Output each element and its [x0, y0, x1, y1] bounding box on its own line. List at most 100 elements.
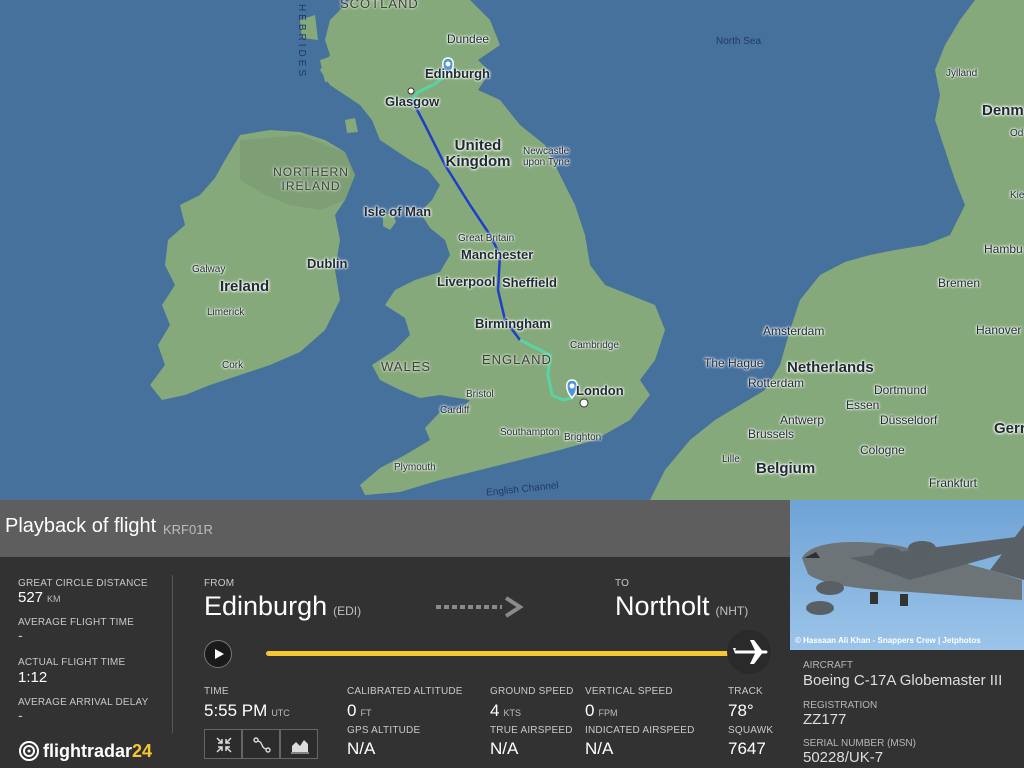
- map-label-the-hague: The Hague: [704, 356, 764, 370]
- map-label-bristol: Bristol: [466, 389, 494, 400]
- indicated-airspeed-label: INDICATED AIRSPEED: [585, 725, 695, 736]
- map-label-cambridge: Cambridge: [570, 340, 619, 351]
- map-label-lille: Lille: [722, 454, 740, 465]
- average-flight-time-value: -: [18, 627, 23, 643]
- map-label-galway: Galway: [192, 264, 226, 275]
- photo-credit[interactable]: © Hassaan Ali Khan - Snappers Crew | Jet…: [795, 636, 981, 645]
- route-arrow-icon: [436, 596, 524, 618]
- aircraft-value: Boeing C-17A Globemaster III: [803, 672, 1003, 689]
- map-label-isle-of-man: Isle of Man: [364, 204, 432, 219]
- map-label-hanover: Hanover: [976, 323, 1022, 337]
- map-label-hebrides: HEBRIDES: [296, 4, 307, 80]
- ground-speed-value: 4 KTS: [490, 701, 521, 720]
- map-label-belgium: Belgium: [756, 460, 816, 477]
- aircraft-label: AIRCRAFT: [803, 660, 853, 671]
- map-label-dortmund: Dortmund: [874, 383, 927, 397]
- map-label-plymouth: Plymouth: [394, 462, 436, 473]
- average-arrival-delay-value: -: [18, 707, 23, 723]
- map-label-southampton: Southampton: [500, 427, 560, 438]
- collapse-icon: [216, 737, 232, 753]
- map-label-sheffield: Sheffield: [502, 275, 557, 290]
- squawk-value: 7647: [728, 739, 766, 758]
- flightradar-playback-screen: SCOTLAND HEBRIDES Dundee Edinburgh Glasg…: [0, 0, 1024, 768]
- playback-title: Playback of flight: [5, 515, 157, 537]
- actual-flight-time-label: ACTUAL FLIGHT TIME: [18, 657, 126, 668]
- squawk-label: SQUAWK: [728, 725, 774, 736]
- vertical-speed-label: VERTICAL SPEED: [585, 686, 673, 697]
- gps-altitude-value: N/A: [347, 739, 376, 758]
- map-label-bremen: Bremen: [938, 276, 981, 290]
- gps-altitude-label: GPS ALTITUDE: [347, 725, 421, 736]
- map-label-birmingham: Birmingham: [475, 316, 551, 331]
- map-label-frankfurt: Frankfurt: [929, 476, 978, 490]
- map-label-liverpool: Liverpool: [437, 274, 496, 289]
- collapse-view-button[interactable]: [204, 729, 242, 759]
- map-label-limerick: Limerick: [207, 307, 245, 318]
- average-arrival-delay-label: AVERAGE ARRIVAL DELAY: [18, 697, 149, 708]
- map-label-brighton: Brighton: [564, 432, 602, 443]
- calibrated-altitude-label: CALIBRATED ALTITUDE: [347, 686, 463, 697]
- play-button[interactable]: [204, 640, 232, 668]
- map-view[interactable]: SCOTLAND HEBRIDES Dundee Edinburgh Glasg…: [0, 0, 1024, 500]
- registration-value: ZZ177: [803, 711, 847, 728]
- map-label-denmark: Denm: [982, 102, 1024, 119]
- playback-position-handle[interactable]: [727, 630, 771, 674]
- serial-number-label: SERIAL NUMBER (MSN): [803, 738, 916, 749]
- map-label-glasgow: Glasgow: [385, 94, 440, 109]
- airplane-icon: [733, 640, 768, 664]
- map-label-od: Od: [1010, 128, 1024, 139]
- map-label-dundee: Dundee: [447, 32, 490, 46]
- map-label-dublin: Dublin: [307, 256, 348, 271]
- calibrated-altitude-value: 0 FT: [347, 701, 372, 720]
- map-label-hamburg: Hambu: [984, 242, 1023, 256]
- map-label-cork: Cork: [222, 360, 244, 371]
- map-label-wales: WALES: [381, 359, 432, 374]
- aircraft-photo-image: [790, 500, 1024, 650]
- track-label: TRACK: [728, 686, 763, 697]
- map-label-amsterdam: Amsterdam: [763, 324, 825, 338]
- actual-flight-time-value: 1:12: [18, 669, 48, 686]
- panel-divider: [172, 575, 173, 733]
- map-label-rotterdam: Rotterdam: [748, 376, 805, 390]
- map-label-manchester: Manchester: [461, 247, 534, 262]
- map-label-ireland: Ireland: [220, 278, 270, 295]
- map-label-germany: Gerr: [994, 420, 1024, 437]
- map-label-netherlands: Netherlands: [787, 359, 874, 376]
- indicated-airspeed-value: N/A: [585, 739, 614, 758]
- map-label-newcastle: Newcastle upon Tyne: [523, 146, 570, 168]
- altitude-graph-button[interactable]: [280, 729, 318, 759]
- map-label-dusseldorf: Düsseldorf: [880, 413, 938, 427]
- map-label-cologne: Cologne: [860, 443, 905, 457]
- route-view-button[interactable]: [242, 729, 280, 759]
- map-label-kie: Kie: [1010, 190, 1024, 201]
- great-circle-distance-label: GREAT CIRCLE DISTANCE: [18, 578, 148, 589]
- time-label: TIME: [204, 686, 229, 697]
- map-label-cardiff: Cardiff: [440, 405, 470, 416]
- map-label-united-kingdom: United Kingdom: [445, 137, 511, 170]
- to-label: TO: [615, 578, 630, 589]
- map-label-england: ENGLAND: [482, 352, 552, 367]
- from-label: FROM: [204, 578, 235, 589]
- map-label-essen: Essen: [846, 398, 880, 412]
- map-label-edinburgh: Edinburgh: [425, 66, 490, 81]
- route-icon: [253, 737, 271, 753]
- track-value: 78°: [728, 701, 754, 720]
- aircraft-photo[interactable]: [790, 500, 1024, 650]
- playback-progress-fill: [266, 651, 746, 656]
- vertical-speed-value: 0 FPM: [585, 701, 618, 720]
- map-label-antwerp: Antwerp: [780, 413, 825, 427]
- true-airspeed-label: TRUE AIRSPEED: [490, 725, 573, 736]
- time-value: 5:55 PM UTC: [204, 701, 290, 720]
- graph-icon: [291, 740, 309, 754]
- average-flight-time-label: AVERAGE FLIGHT TIME: [18, 617, 135, 628]
- registration-label: REGISTRATION: [803, 700, 878, 711]
- map-label-jylland: Jylland: [946, 68, 978, 79]
- serial-number-value: 50228/UK-7: [803, 749, 884, 766]
- map-label-great-britain: Great Britain: [458, 233, 515, 244]
- origin-airport[interactable]: Edinburgh (EDI): [204, 591, 361, 622]
- map-label-north-sea: North Sea: [716, 36, 762, 47]
- destination-airport[interactable]: Northolt (NHT): [615, 591, 748, 622]
- map-label-scotland: SCOTLAND: [340, 0, 419, 11]
- flight-code: KRF01R: [163, 522, 213, 537]
- radar-logo-icon: [19, 741, 39, 761]
